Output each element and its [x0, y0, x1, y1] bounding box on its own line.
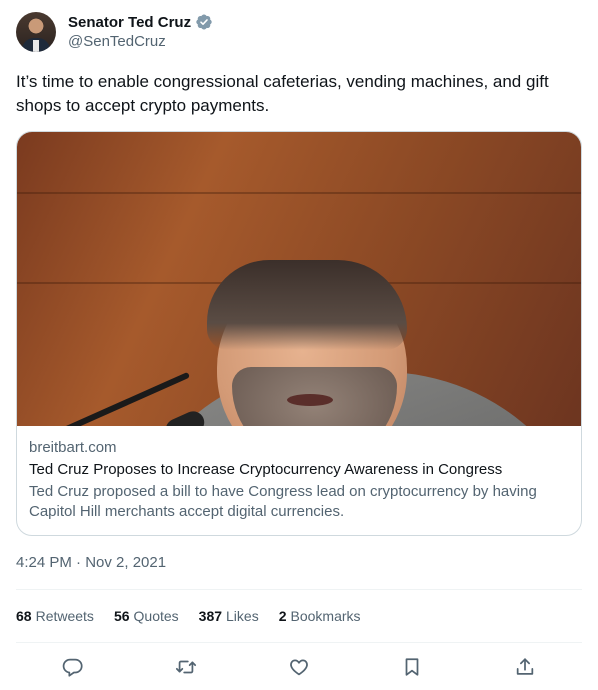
reply-button[interactable] [56, 654, 90, 680]
tweet: Senator Ted Cruz @SenTedCruz It’s time t… [0, 0, 598, 690]
share-icon [517, 658, 534, 675]
name-row: Senator Ted Cruz [68, 12, 213, 32]
stat-bookmarks[interactable]: 2 Bookmarks [279, 606, 361, 626]
tweet-header: Senator Ted Cruz @SenTedCruz [16, 12, 213, 52]
photo-mouth [287, 394, 333, 406]
stat-likes[interactable]: 387 Likes [199, 606, 259, 626]
wood-panel-line [17, 192, 581, 194]
stat-label: Retweets [35, 608, 94, 624]
card-meta: breitbart.com Ted Cruz Proposes to Incre… [17, 426, 581, 522]
divider [16, 589, 582, 590]
card-description: Ted Cruz proposed a bill to have Congres… [29, 483, 537, 520]
stat-count: 387 [198, 608, 223, 624]
avatar-shirt [33, 40, 39, 52]
microphone-stand [17, 371, 191, 426]
verified-badge-icon [195, 13, 213, 31]
like-icon [290, 659, 308, 676]
timestamp[interactable]: 4:24 PM · Nov 2, 2021 [16, 553, 166, 573]
card-domain: breitbart.com [29, 439, 117, 456]
bookmark-icon [405, 658, 419, 676]
retweet-button[interactable] [169, 654, 203, 680]
engagement-stats: 68 Retweets 56 Quotes 387 Likes 2 Bookma… [16, 606, 381, 626]
handle[interactable]: @SenTedCruz [68, 32, 213, 52]
stat-label: Quotes [133, 608, 179, 624]
bookmark-button[interactable] [395, 654, 429, 680]
display-name[interactable]: Senator Ted Cruz [68, 14, 191, 31]
link-card[interactable]: breitbart.com Ted Cruz Proposes to Incre… [16, 131, 582, 536]
stat-label: Likes [226, 608, 259, 624]
like-button[interactable] [282, 654, 316, 680]
stat-count: 68 [16, 608, 32, 624]
tweet-text: It’s time to enable congressional cafete… [16, 72, 549, 115]
avatar[interactable] [16, 12, 56, 52]
stat-count: 2 [278, 608, 287, 624]
share-button[interactable] [508, 654, 542, 680]
stat-quotes[interactable]: 56 Quotes [114, 606, 179, 626]
photo-hair [207, 260, 407, 350]
stat-count: 56 [113, 608, 130, 624]
article-photo[interactable] [17, 132, 581, 426]
retweet-icon [175, 660, 196, 674]
stat-label: Bookmarks [290, 608, 361, 624]
divider [16, 642, 582, 643]
action-bar [16, 654, 582, 680]
reply-icon [62, 658, 83, 677]
author-info: Senator Ted Cruz @SenTedCruz [68, 12, 213, 52]
stat-retweets[interactable]: 68 Retweets [16, 606, 94, 626]
card-title: Ted Cruz Proposes to Increase Cryptocurr… [29, 461, 503, 478]
